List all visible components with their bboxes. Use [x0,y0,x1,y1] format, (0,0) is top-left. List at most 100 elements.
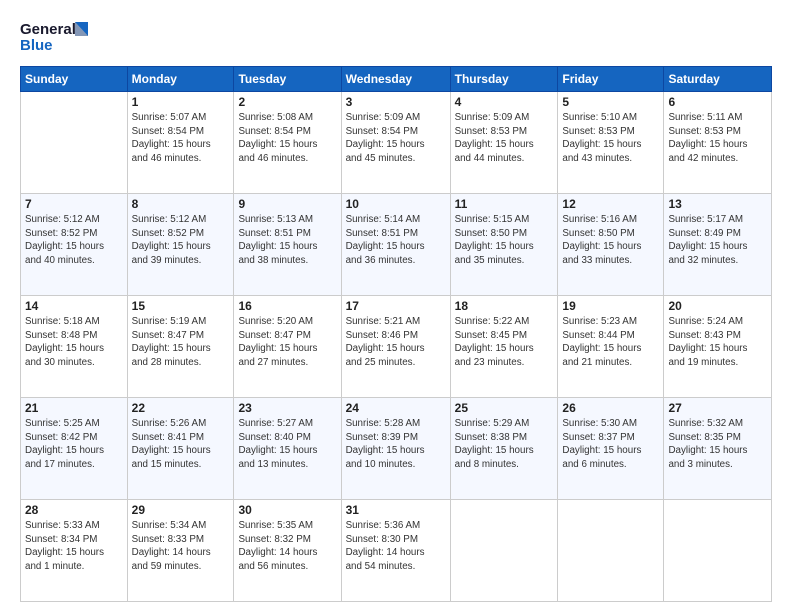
calendar-cell: 29 Sunrise: 5:34 AM Sunset: 8:33 PM Dayli… [127,500,234,602]
calendar-cell: 23 Sunrise: 5:27 AM Sunset: 8:40 PM Dayli… [234,398,341,500]
day-number: 17 [346,299,446,313]
calendar-cell: 3 Sunrise: 5:09 AM Sunset: 8:54 PM Daylig… [341,92,450,194]
day-number: 2 [238,95,336,109]
day-info: Sunrise: 5:14 AM Sunset: 8:51 PM Dayligh… [346,213,446,268]
calendar-cell: 19 Sunrise: 5:23 AM Sunset: 8:44 PM Dayli… [558,296,664,398]
day-number: 22 [132,401,230,415]
page: GeneralBlue SundayMondayTuesdayWednesday… [0,0,792,612]
day-info: Sunrise: 5:19 AM Sunset: 8:47 PM Dayligh… [132,315,230,370]
day-info: Sunrise: 5:17 AM Sunset: 8:49 PM Dayligh… [668,213,767,268]
day-info: Sunrise: 5:26 AM Sunset: 8:41 PM Dayligh… [132,417,230,472]
week-row-5: 28 Sunrise: 5:33 AM Sunset: 8:34 PM Dayli… [21,500,772,602]
calendar-cell: 5 Sunrise: 5:10 AM Sunset: 8:53 PM Daylig… [558,92,664,194]
day-info: Sunrise: 5:23 AM Sunset: 8:44 PM Dayligh… [562,315,659,370]
weekday-header-wednesday: Wednesday [341,67,450,92]
day-number: 24 [346,401,446,415]
day-info: Sunrise: 5:21 AM Sunset: 8:46 PM Dayligh… [346,315,446,370]
day-number: 28 [25,503,123,517]
day-number: 16 [238,299,336,313]
week-row-2: 7 Sunrise: 5:12 AM Sunset: 8:52 PM Daylig… [21,194,772,296]
day-info: Sunrise: 5:18 AM Sunset: 8:48 PM Dayligh… [25,315,123,370]
calendar-cell: 16 Sunrise: 5:20 AM Sunset: 8:47 PM Dayli… [234,296,341,398]
calendar-cell: 17 Sunrise: 5:21 AM Sunset: 8:46 PM Dayli… [341,296,450,398]
calendar-cell: 15 Sunrise: 5:19 AM Sunset: 8:47 PM Dayli… [127,296,234,398]
week-row-1: 1 Sunrise: 5:07 AM Sunset: 8:54 PM Daylig… [21,92,772,194]
calendar-cell: 28 Sunrise: 5:33 AM Sunset: 8:34 PM Dayli… [21,500,128,602]
day-number: 23 [238,401,336,415]
day-info: Sunrise: 5:09 AM Sunset: 8:54 PM Dayligh… [346,111,446,166]
day-number: 6 [668,95,767,109]
logo: GeneralBlue [20,16,90,56]
week-row-4: 21 Sunrise: 5:25 AM Sunset: 8:42 PM Dayli… [21,398,772,500]
day-number: 30 [238,503,336,517]
weekday-header-row: SundayMondayTuesdayWednesdayThursdayFrid… [21,67,772,92]
day-info: Sunrise: 5:13 AM Sunset: 8:51 PM Dayligh… [238,213,336,268]
day-info: Sunrise: 5:16 AM Sunset: 8:50 PM Dayligh… [562,213,659,268]
logo-svg: GeneralBlue [20,16,90,56]
weekday-header-friday: Friday [558,67,664,92]
day-number: 19 [562,299,659,313]
calendar-cell: 13Sunrise: 5:17 AM Sunset: 8:49 PM Dayli… [664,194,772,296]
calendar-cell: 22 Sunrise: 5:26 AM Sunset: 8:41 PM Dayli… [127,398,234,500]
day-number: 9 [238,197,336,211]
svg-text:Blue: Blue [20,37,53,54]
calendar-cell: 21 Sunrise: 5:25 AM Sunset: 8:42 PM Dayli… [21,398,128,500]
day-number: 4 [455,95,554,109]
day-number: 20 [668,299,767,313]
day-info: Sunrise: 5:12 AM Sunset: 8:52 PM Dayligh… [25,213,123,268]
calendar-cell: 31Sunrise: 5:36 AM Sunset: 8:30 PM Dayli… [341,500,450,602]
day-info: Sunrise: 5:11 AM Sunset: 8:53 PM Dayligh… [668,111,767,166]
day-info: Sunrise: 5:29 AM Sunset: 8:38 PM Dayligh… [455,417,554,472]
header: GeneralBlue [20,16,772,56]
day-info: Sunrise: 5:10 AM Sunset: 8:53 PM Dayligh… [562,111,659,166]
day-number: 1 [132,95,230,109]
calendar-cell: 27 Sunrise: 5:32 AM Sunset: 8:35 PM Dayli… [664,398,772,500]
calendar-cell: 26 Sunrise: 5:30 AM Sunset: 8:37 PM Dayli… [558,398,664,500]
day-info: Sunrise: 5:22 AM Sunset: 8:45 PM Dayligh… [455,315,554,370]
day-number: 12 [562,197,659,211]
day-info: Sunrise: 5:32 AM Sunset: 8:35 PM Dayligh… [668,417,767,472]
calendar-table: SundayMondayTuesdayWednesdayThursdayFrid… [20,66,772,602]
day-info: Sunrise: 5:20 AM Sunset: 8:47 PM Dayligh… [238,315,336,370]
day-number: 26 [562,401,659,415]
day-info: Sunrise: 5:28 AM Sunset: 8:39 PM Dayligh… [346,417,446,472]
calendar-cell [21,92,128,194]
calendar-cell: 24 Sunrise: 5:28 AM Sunset: 8:39 PM Dayli… [341,398,450,500]
weekday-header-thursday: Thursday [450,67,558,92]
day-number: 27 [668,401,767,415]
calendar-cell: 2 Sunrise: 5:08 AM Sunset: 8:54 PM Daylig… [234,92,341,194]
day-number: 15 [132,299,230,313]
day-info: Sunrise: 5:07 AM Sunset: 8:54 PM Dayligh… [132,111,230,166]
calendar-cell: 10Sunrise: 5:14 AM Sunset: 8:51 PM Dayli… [341,194,450,296]
day-info: Sunrise: 5:36 AM Sunset: 8:30 PM Dayligh… [346,519,446,574]
day-info: Sunrise: 5:34 AM Sunset: 8:33 PM Dayligh… [132,519,230,574]
day-number: 7 [25,197,123,211]
calendar-cell: 6 Sunrise: 5:11 AM Sunset: 8:53 PM Daylig… [664,92,772,194]
svg-text:General: General [20,21,76,38]
day-info: Sunrise: 5:12 AM Sunset: 8:52 PM Dayligh… [132,213,230,268]
calendar-cell [558,500,664,602]
day-number: 14 [25,299,123,313]
calendar-cell: 7 Sunrise: 5:12 AM Sunset: 8:52 PM Daylig… [21,194,128,296]
calendar-cell: 14 Sunrise: 5:18 AM Sunset: 8:48 PM Dayli… [21,296,128,398]
day-info: Sunrise: 5:35 AM Sunset: 8:32 PM Dayligh… [238,519,336,574]
weekday-header-sunday: Sunday [21,67,128,92]
day-info: Sunrise: 5:09 AM Sunset: 8:53 PM Dayligh… [455,111,554,166]
calendar-cell: 1 Sunrise: 5:07 AM Sunset: 8:54 PM Daylig… [127,92,234,194]
day-number: 11 [455,197,554,211]
day-number: 3 [346,95,446,109]
day-number: 21 [25,401,123,415]
day-info: Sunrise: 5:24 AM Sunset: 8:43 PM Dayligh… [668,315,767,370]
day-info: Sunrise: 5:25 AM Sunset: 8:42 PM Dayligh… [25,417,123,472]
day-info: Sunrise: 5:33 AM Sunset: 8:34 PM Dayligh… [25,519,123,574]
calendar-cell: 8 Sunrise: 5:12 AM Sunset: 8:52 PM Daylig… [127,194,234,296]
day-number: 18 [455,299,554,313]
calendar-cell: 4 Sunrise: 5:09 AM Sunset: 8:53 PM Daylig… [450,92,558,194]
day-number: 29 [132,503,230,517]
day-info: Sunrise: 5:27 AM Sunset: 8:40 PM Dayligh… [238,417,336,472]
calendar-cell: 20 Sunrise: 5:24 AM Sunset: 8:43 PM Dayli… [664,296,772,398]
day-number: 5 [562,95,659,109]
day-info: Sunrise: 5:30 AM Sunset: 8:37 PM Dayligh… [562,417,659,472]
day-number: 8 [132,197,230,211]
day-info: Sunrise: 5:08 AM Sunset: 8:54 PM Dayligh… [238,111,336,166]
